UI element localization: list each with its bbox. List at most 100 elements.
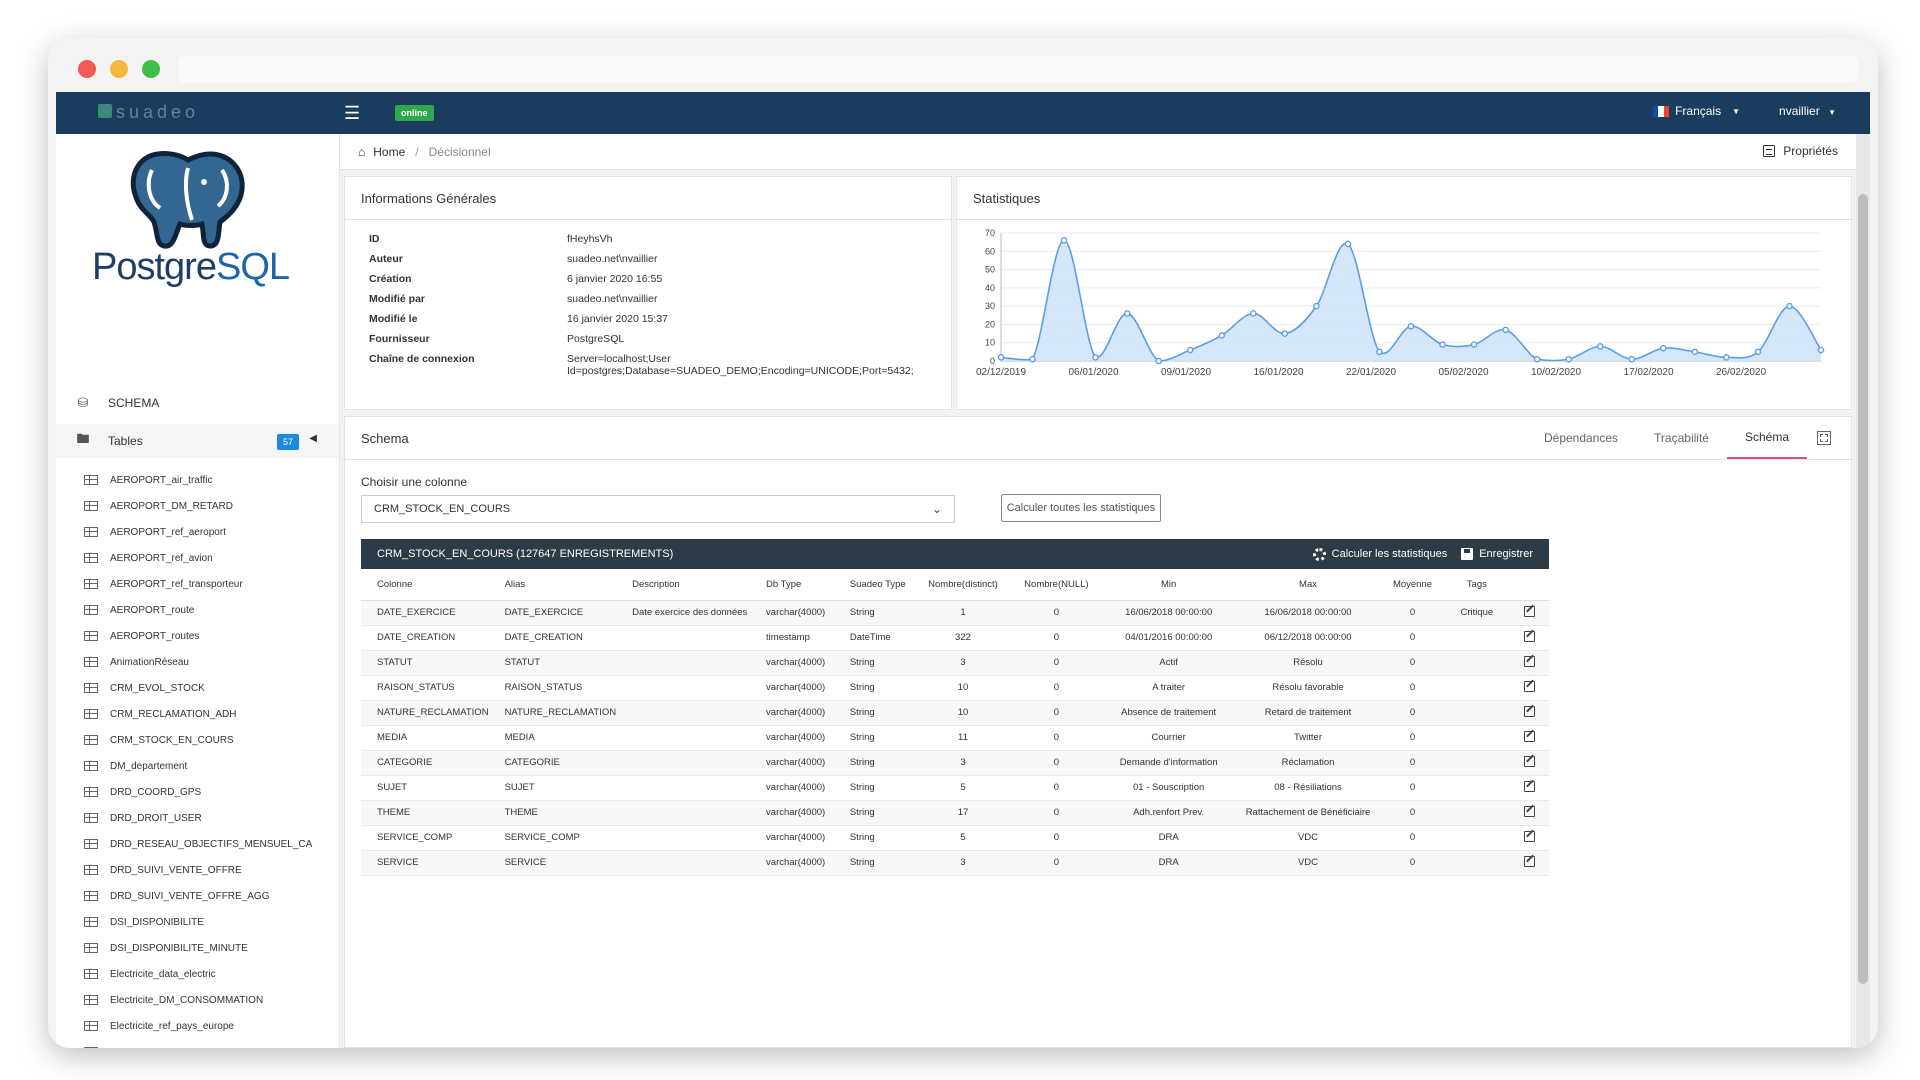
sidebar-table-item[interactable]: DSI_DISPONIBILITE — [56, 909, 339, 935]
calc-stats-button[interactable]: Calculer les statistiques — [1312, 547, 1448, 561]
sidebar-item-schema[interactable]: ⛁ SCHEMA — [56, 386, 339, 420]
sidebar-table-item[interactable]: DM_departement — [56, 753, 339, 779]
sidebar-table-item[interactable]: AEROPORT_DM_RETARD — [56, 493, 339, 519]
breadcrumb-home-link[interactable]: Home — [373, 145, 405, 159]
sidebar-table-item[interactable]: DRD_SUIVI_VENTE_OFFRE — [56, 857, 339, 883]
column-header[interactable]: Suadeo Type — [833, 569, 916, 601]
table-cell: SUJET — [361, 775, 489, 801]
table-row[interactable]: STATUT STATUT varchar(4000) String 3 0 Actif Ré… — [361, 650, 1549, 676]
column-header[interactable]: Db Type — [750, 569, 834, 601]
properties-button[interactable]: Propriétés — [1763, 144, 1838, 158]
sidebar-table-item[interactable]: FCC_EVOLUTION_120JOURS — [56, 1039, 339, 1048]
table-cell: DATE_CREATION — [361, 625, 489, 651]
table-row[interactable]: SERVICE_COMP SERVICE_COMP varchar(4000) Str… — [361, 825, 1549, 851]
info-value: PostgreSQL — [567, 333, 625, 345]
table-row[interactable]: RAISON_STATUS RAISON_STATUS varchar(4000) S… — [361, 675, 1549, 701]
table-cell: 0 — [1380, 800, 1445, 826]
column-header[interactable]: Alias — [488, 569, 617, 601]
table-row[interactable]: DATE_CREATION DATE_CREATION timestamp DateT… — [361, 625, 1549, 651]
edit-icon[interactable] — [1523, 705, 1535, 717]
sidebar-table-item[interactable]: Electricite_ref_pays_europe — [56, 1013, 339, 1039]
address-bar[interactable] — [178, 56, 1858, 82]
table-icon — [84, 501, 98, 511]
edit-cell — [1509, 600, 1549, 626]
edit-icon[interactable] — [1523, 730, 1535, 742]
edit-icon[interactable] — [1523, 605, 1535, 617]
page-scrollbar[interactable] — [1856, 134, 1870, 1048]
sidebar-table-item[interactable]: DRD_SUIVI_VENTE_OFFRE_AGG — [56, 883, 339, 909]
fullscreen-icon[interactable] — [1817, 431, 1831, 445]
brand-logo[interactable]: suadeo — [98, 102, 199, 123]
language-selector[interactable]: Français ▼ — [1653, 104, 1740, 118]
table-cell: 16/06/2018 00:00:00 — [1102, 600, 1236, 626]
column-header[interactable]: Moyenne — [1380, 569, 1445, 601]
edit-icon[interactable] — [1523, 855, 1535, 867]
table-row[interactable]: DATE_EXERCICE DATE_EXERCICE Date exercice … — [361, 600, 1549, 626]
sidebar-table-item[interactable]: AnimationRéseau — [56, 649, 339, 675]
table-icon — [84, 865, 98, 875]
table-icon — [84, 917, 98, 927]
column-header[interactable]: Description — [616, 569, 751, 601]
edit-icon[interactable] — [1523, 655, 1535, 667]
sidebar-table-item[interactable]: Electricite_DM_CONSOMMATION — [56, 987, 339, 1013]
maximize-window-button[interactable] — [142, 60, 160, 78]
sidebar-item-tables[interactable]: 🖿 Tables 57 ◀ — [56, 424, 339, 458]
column-header[interactable]: Nombre(distinct) — [915, 569, 1011, 601]
edit-icon[interactable] — [1523, 755, 1535, 767]
tab-schema[interactable]: Schéma — [1726, 417, 1807, 459]
table-cell: 0 — [1010, 675, 1103, 701]
sidebar-table-item[interactable]: AEROPORT_route — [56, 597, 339, 623]
info-key: ID — [369, 233, 380, 245]
main-content: ⌂ Home / Décisionnel Propriétés Informat… — [340, 134, 1856, 1048]
column-header[interactable]: Min — [1102, 569, 1236, 601]
sidebar-table-item[interactable]: DRD_COORD_GPS — [56, 779, 339, 805]
edit-icon[interactable] — [1523, 830, 1535, 842]
table-row[interactable]: MEDIA MEDIA varchar(4000) String 11 0 Courrier… — [361, 725, 1549, 751]
sidebar-table-item[interactable]: CRM_STOCK_EN_COURS — [56, 727, 339, 753]
sidebar-table-item[interactable]: CRM_RECLAMATION_ADH — [56, 701, 339, 727]
sidebar-table-item[interactable]: AEROPORT_ref_aeroport — [56, 519, 339, 545]
column-header[interactable]: Max — [1235, 569, 1381, 601]
table-cell: Demande d'information — [1102, 750, 1236, 776]
edit-icon[interactable] — [1523, 680, 1535, 692]
calc-stats-label: Calculer les statistiques — [1331, 548, 1448, 560]
table-row[interactable]: SERVICE SERVICE varchar(4000) String 3 0 DRA VD… — [361, 850, 1549, 876]
table-name: Electricite_ref_pays_europe — [110, 1020, 234, 1032]
edit-icon[interactable] — [1523, 630, 1535, 642]
table-row[interactable]: CATEGORIE CATEGORIE varchar(4000) String 3 0 D… — [361, 750, 1549, 776]
table-row[interactable]: NATURE_RECLAMATION NATURE_RECLAMATION varc… — [361, 700, 1549, 726]
save-button[interactable]: Enregistrer — [1461, 548, 1533, 560]
edit-icon[interactable] — [1523, 805, 1535, 817]
minimize-window-button[interactable] — [110, 60, 128, 78]
table-name: DRD_DROIT_USER — [110, 812, 202, 824]
sidebar-table-item[interactable]: DSI_DISPONIBILITE_MINUTE — [56, 935, 339, 961]
scrollbar-thumb[interactable] — [1858, 194, 1868, 984]
table-cell: Critique — [1444, 600, 1510, 626]
sidebar-table-item[interactable]: DRD_DROIT_USER — [56, 805, 339, 831]
column-header[interactable]: Nombre(NULL) — [1010, 569, 1103, 601]
card-title: Schema — [361, 431, 409, 446]
data-point — [1344, 240, 1352, 248]
tab-tracabilite[interactable]: Traçabilité — [1636, 417, 1727, 459]
menu-icon[interactable]: ☰ — [344, 104, 362, 122]
sidebar-table-item[interactable]: AEROPORT_ref_transporteur — [56, 571, 339, 597]
sidebar-table-item[interactable]: AEROPORT_ref_avion — [56, 545, 339, 571]
column-header[interactable]: Tags — [1444, 569, 1510, 601]
table-row[interactable]: THEME THEME varchar(4000) String 17 0 Adh.renf… — [361, 800, 1549, 826]
sidebar-table-item[interactable]: CRM_EVOL_STOCK — [56, 675, 339, 701]
table-row[interactable]: SUJET SUJET varchar(4000) String 5 0 01 - Sous… — [361, 775, 1549, 801]
table-cell: Retard de traitement — [1235, 700, 1381, 726]
column-select[interactable]: CRM_STOCK_EN_COURS ⌄ — [361, 495, 955, 523]
sidebar-table-item[interactable]: DRD_RESEAU_OBJECTIFS_MENSUEL_CA — [56, 831, 339, 857]
tab-dependances[interactable]: Dépendances — [1526, 417, 1636, 459]
caret-left-icon[interactable]: ◀ — [309, 433, 317, 444]
sidebar-table-item[interactable]: AEROPORT_routes — [56, 623, 339, 649]
sidebar-table-item[interactable]: AEROPORT_air_traffic — [56, 467, 339, 493]
calc-all-stats-button[interactable]: Calculer toutes les statistiques — [1001, 494, 1161, 522]
sidebar-table-item[interactable]: Electricite_data_electric — [56, 961, 339, 987]
user-menu[interactable]: nvaillier ▼ — [1779, 104, 1836, 118]
column-header[interactable]: Colonne — [361, 569, 489, 601]
edit-icon[interactable] — [1523, 780, 1535, 792]
close-window-button[interactable] — [78, 60, 96, 78]
table-cell: CATEGORIE — [361, 750, 489, 776]
